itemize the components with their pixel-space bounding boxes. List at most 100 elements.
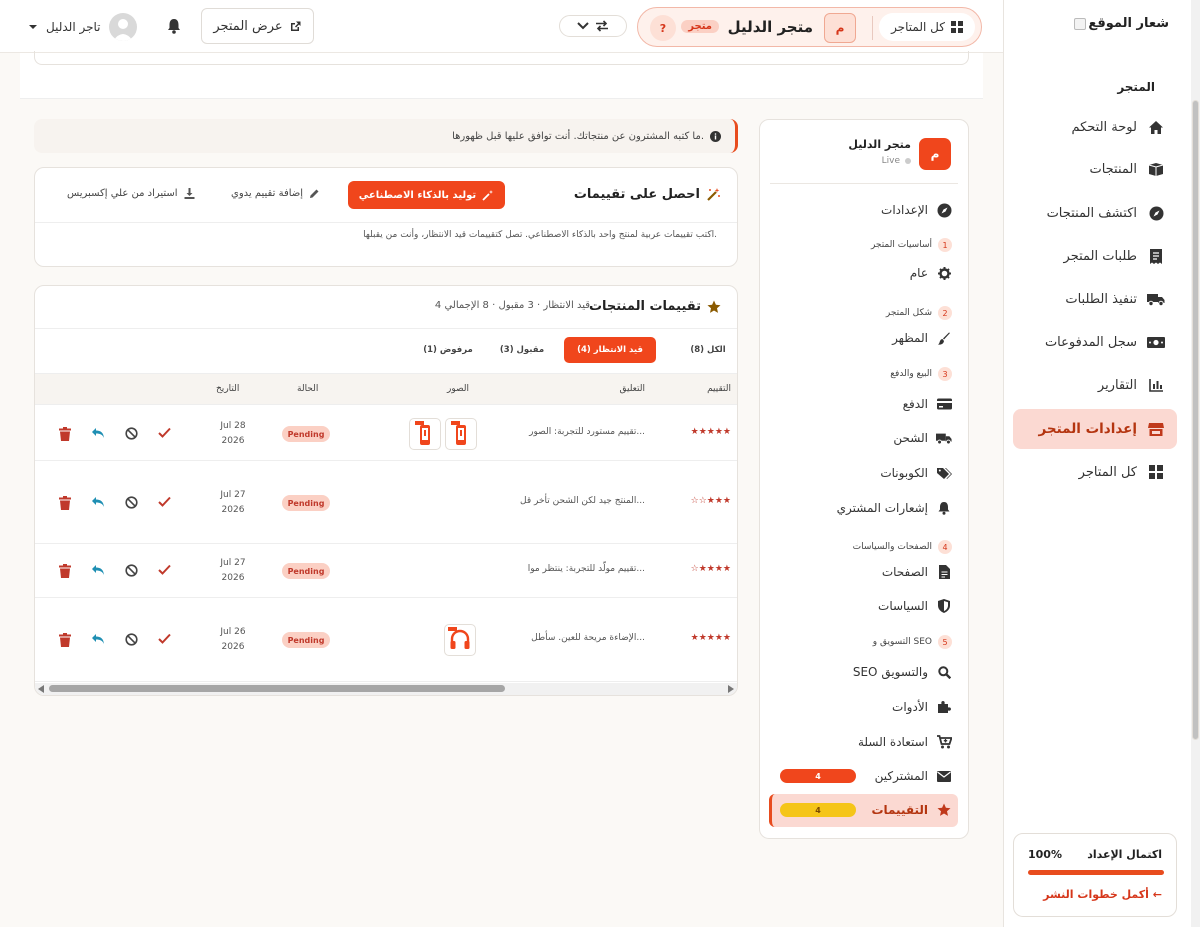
review-date-year: 2026 — [221, 642, 245, 652]
store-switch-toggle[interactable] — [559, 15, 627, 37]
main-sidebar: شعار الموقع المتجر لوحة التحكم المنتجات اك… — [1003, 0, 1191, 927]
user-menu[interactable]: تاجر الدليل — [28, 13, 137, 41]
publish-steps-link[interactable]: أكمل خطوات النشر ← — [1043, 888, 1162, 901]
delete-trash-icon[interactable] — [59, 564, 71, 578]
settings-item-label: الكوبونات — [880, 466, 928, 480]
nav-item-label: تنفيذ الطلبات — [1065, 291, 1137, 307]
reject-ban-icon[interactable] — [125, 496, 138, 510]
site-logo[interactable]: شعار الموقع — [1074, 16, 1169, 31]
avatar — [108, 13, 137, 41]
help-button[interactable]: ? — [650, 15, 676, 41]
settings-item-brush[interactable]: المظهر — [772, 326, 952, 350]
settings-store-initial: م — [919, 138, 951, 170]
settings-item-label: السياسات — [878, 599, 928, 613]
review-image-thumbnail[interactable] — [444, 624, 476, 656]
setup-title: اكتمال الإعداد — [1087, 848, 1162, 861]
settings-item-label: التقييمات — [871, 803, 928, 817]
card-icon — [936, 396, 952, 412]
review-date: Jul 27 2026 — [218, 556, 248, 586]
settings-item-gear[interactable]: عام — [772, 261, 952, 285]
scroll-left-icon[interactable] — [38, 685, 45, 693]
delete-trash-icon[interactable] — [59, 633, 71, 647]
settings-item-label: عام — [909, 266, 928, 280]
reviews-stats: 4 قيد الانتظار · 3 مقبول · 8 الإجمالي — [434, 300, 590, 311]
nav-item-label: اكتشف المنتجات — [1046, 205, 1137, 221]
reviews-notice: ما كتبه المشترون عن منتجاتك. أنت توافق ع… — [34, 119, 738, 153]
page-scrollbar[interactable] — [1191, 0, 1200, 927]
info-icon — [710, 130, 721, 142]
settings-item-cart[interactable]: استعادة السلة — [772, 730, 952, 754]
tab-pending[interactable]: قيد الانتظار (4) — [564, 337, 656, 363]
horizontal-scrollbar-thumb[interactable] — [49, 685, 505, 692]
ai-generate-button[interactable]: توليد بالذكاء الاصطناعي — [348, 181, 505, 209]
setup-progress-bar — [1028, 870, 1164, 875]
nav-item-receipt[interactable]: طلبات المتجر — [1013, 236, 1177, 276]
nav-item-grid[interactable]: كل المتاجر — [1013, 452, 1177, 492]
reply-icon[interactable] — [91, 496, 105, 510]
settings-group-1: 1 أساسيات المتجر — [871, 238, 952, 252]
reply-icon[interactable] — [91, 633, 105, 647]
nav-item-store[interactable]: إعدادات المتجر — [1013, 409, 1177, 449]
all-stores-button[interactable]: كل المتاجر — [879, 13, 975, 41]
manual-review-button[interactable]: إضافة تقييم يدوي — [231, 188, 320, 199]
tab-rejected[interactable]: مرفوض (1) — [417, 337, 479, 363]
nav-item-home[interactable]: لوحة التحكم — [1013, 107, 1177, 147]
nav-section-title: المتجر — [1117, 80, 1155, 94]
review-comment: تقييم مولّد للتجربة: ينتظر موا... — [527, 564, 645, 574]
settings-item-tags[interactable]: الكوبونات — [772, 461, 952, 485]
view-store-button[interactable]: عرض المتجر — [201, 8, 314, 44]
delete-trash-icon[interactable] — [59, 496, 71, 510]
delete-trash-icon[interactable] — [59, 427, 71, 441]
review-date: Jul 27 2026 — [218, 488, 248, 518]
review-image-thumbnail[interactable] — [445, 418, 477, 450]
reply-icon[interactable] — [91, 564, 105, 578]
review-date-year: 2026 — [221, 436, 245, 446]
count-badge: 4 — [780, 769, 856, 783]
group-label: شكل المتجر — [885, 308, 932, 318]
tab-all[interactable]: الكل (8) — [687, 337, 729, 363]
box-icon — [1147, 160, 1165, 178]
brush-icon — [936, 330, 952, 346]
approve-check-icon[interactable] — [158, 564, 171, 578]
approve-check-icon[interactable] — [158, 633, 171, 647]
nav-item-box[interactable]: المنتجات — [1013, 149, 1177, 189]
approve-check-icon[interactable] — [158, 496, 171, 510]
settings-item-bell[interactable]: إشعارات المشتري — [772, 496, 952, 520]
settings-item-compass[interactable]: الإعدادات — [772, 198, 952, 222]
reject-ban-icon[interactable] — [125, 633, 138, 647]
scroll-right-icon[interactable] — [727, 685, 734, 693]
reject-ban-icon[interactable] — [125, 564, 138, 578]
nav-item-label: طلبات المتجر — [1063, 248, 1137, 264]
product-reviews-card: تقييمات المنتجات 4 قيد الانتظار · 3 مقبو… — [34, 285, 738, 696]
notifications-bell-icon[interactable] — [167, 18, 181, 34]
settings-item-puzzle[interactable]: الأدوات — [772, 695, 952, 719]
reject-ban-icon[interactable] — [125, 427, 138, 441]
settings-item-search[interactable]: SEO والتسويق — [772, 660, 952, 684]
get-reviews-description: اكتب تقييمات عربية لمنتج واحد بالذكاء ال… — [363, 230, 717, 240]
scrollbar-thumb[interactable] — [1192, 100, 1199, 740]
col-images: الصور — [447, 384, 470, 394]
nav-item-chart[interactable]: التقارير — [1013, 365, 1177, 405]
review-date-day: Jul 28 — [220, 421, 246, 431]
settings-item-truck[interactable]: الشحن — [772, 426, 952, 450]
col-status: الحالة — [297, 384, 319, 394]
pencil-icon — [310, 189, 319, 198]
nav-item-compass[interactable]: اكتشف المنتجات — [1013, 193, 1177, 233]
review-comment: الإضاءة مريحة للعين. سأطل... — [531, 633, 645, 643]
group-label: البيع والدفع — [890, 369, 932, 379]
table-horizontal-scrollbar[interactable] — [35, 683, 737, 695]
import-aliexpress-button[interactable]: استيراد من علي إكسبريس — [67, 188, 195, 199]
nav-item-truck[interactable]: تنفيذ الطلبات — [1013, 279, 1177, 319]
approve-check-icon[interactable] — [158, 427, 171, 441]
tab-accepted[interactable]: مقبول (3) — [496, 337, 548, 363]
review-image-thumbnail[interactable] — [409, 418, 441, 450]
settings-item-card[interactable]: الدفع — [772, 392, 952, 416]
get-reviews-title: احصل على تقييمات — [574, 187, 721, 202]
chart-icon — [1147, 376, 1165, 394]
reply-icon[interactable] — [91, 427, 105, 441]
grid-icon — [1147, 463, 1165, 481]
settings-item-file[interactable]: الصفحات — [772, 560, 952, 584]
nav-item-money[interactable]: سجل المدفوعات — [1013, 322, 1177, 362]
setup-progress-card: اكتمال الإعداد 100% أكمل خطوات النشر ← — [1013, 833, 1177, 917]
settings-item-shield[interactable]: السياسات — [772, 594, 952, 618]
